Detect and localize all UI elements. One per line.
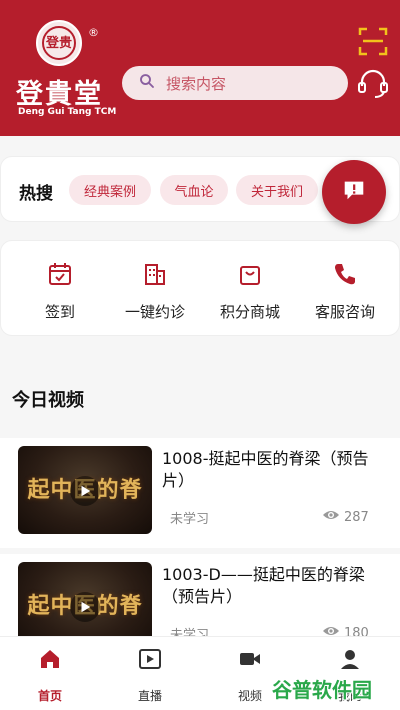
- watermark-text: 谷普软件园: [272, 678, 372, 702]
- brand-logo: 登贵 ® 登貴堂 Deng Gui Tang TCM: [10, 14, 116, 126]
- action-customer-service-label: 客服咨询: [314, 303, 375, 321]
- action-points-mall-label: 积分商城: [219, 303, 280, 321]
- nav-home-label: 首页: [37, 689, 62, 703]
- hot-tag-classic-cases[interactable]: 经典案例: [69, 175, 151, 205]
- building-icon: [142, 261, 168, 291]
- quick-actions-card: 签到 一键约诊 积分商城 客服咨询: [0, 240, 400, 336]
- eye-icon: [322, 508, 344, 526]
- watermark: 谷普软件园: [272, 674, 396, 704]
- logo-seal: 登贵: [36, 20, 82, 66]
- play-icon: [70, 592, 100, 622]
- video-views: 287: [322, 508, 369, 526]
- nav-home[interactable]: 首页: [20, 647, 80, 704]
- today-videos-title: 今日视频: [12, 390, 84, 411]
- action-customer-service[interactable]: 客服咨询: [300, 261, 390, 322]
- search-bar[interactable]: 搜索内容: [122, 66, 348, 100]
- live-play-icon: [138, 647, 162, 675]
- home-icon: [38, 647, 62, 675]
- hot-tag-qixue-theory[interactable]: 气血论: [160, 175, 228, 205]
- video-thumbnail[interactable]: 起中医的脊: [18, 446, 152, 534]
- view-count: 287: [344, 509, 369, 525]
- calendar-check-icon: [47, 261, 73, 291]
- video-status: 未学习: [170, 512, 210, 527]
- action-checkin[interactable]: 签到: [15, 261, 105, 322]
- message-alert-icon: [341, 177, 367, 207]
- logo-seal-text: 登贵: [42, 26, 76, 60]
- brand-name-en: Deng Gui Tang TCM: [18, 107, 117, 117]
- hot-tag-about-us[interactable]: 关于我们: [236, 175, 318, 205]
- search-icon: [138, 72, 156, 94]
- action-appointment[interactable]: 一键约诊: [110, 261, 200, 322]
- search-placeholder: 搜索内容: [166, 74, 227, 93]
- brand-name-cn: 登貴堂: [16, 79, 103, 110]
- nav-video[interactable]: 视频: [220, 647, 280, 704]
- video-card[interactable]: 起中医的脊 1008-挺起中医的脊梁（预告片） 未学习 287: [0, 438, 400, 548]
- play-icon: [70, 476, 100, 506]
- video-title: 1003-D——挺起中医的脊梁（预告片）: [162, 565, 365, 606]
- phone-icon: [332, 261, 358, 291]
- app-header: 登贵 ® 登貴堂 Deng Gui Tang TCM 搜索内容: [0, 0, 400, 136]
- registered-mark: ®: [88, 26, 99, 39]
- customer-service-icon[interactable]: [356, 66, 390, 100]
- action-points-mall[interactable]: 积分商城: [205, 261, 295, 322]
- message-button[interactable]: [322, 160, 386, 224]
- shopping-bag-icon: [237, 261, 263, 291]
- video-camera-icon: [238, 647, 262, 675]
- hot-search-title: 热搜: [19, 184, 53, 204]
- action-checkin-label: 签到: [44, 303, 75, 321]
- nav-video-label: 视频: [237, 689, 262, 703]
- nav-live-label: 直播: [137, 689, 162, 703]
- user-icon: [338, 647, 362, 675]
- action-appointment-label: 一键约诊: [124, 303, 185, 321]
- video-title: 1008-挺起中医的脊梁（预告片）: [162, 449, 369, 490]
- nav-live[interactable]: 直播: [120, 647, 180, 704]
- scan-icon[interactable]: [358, 26, 388, 56]
